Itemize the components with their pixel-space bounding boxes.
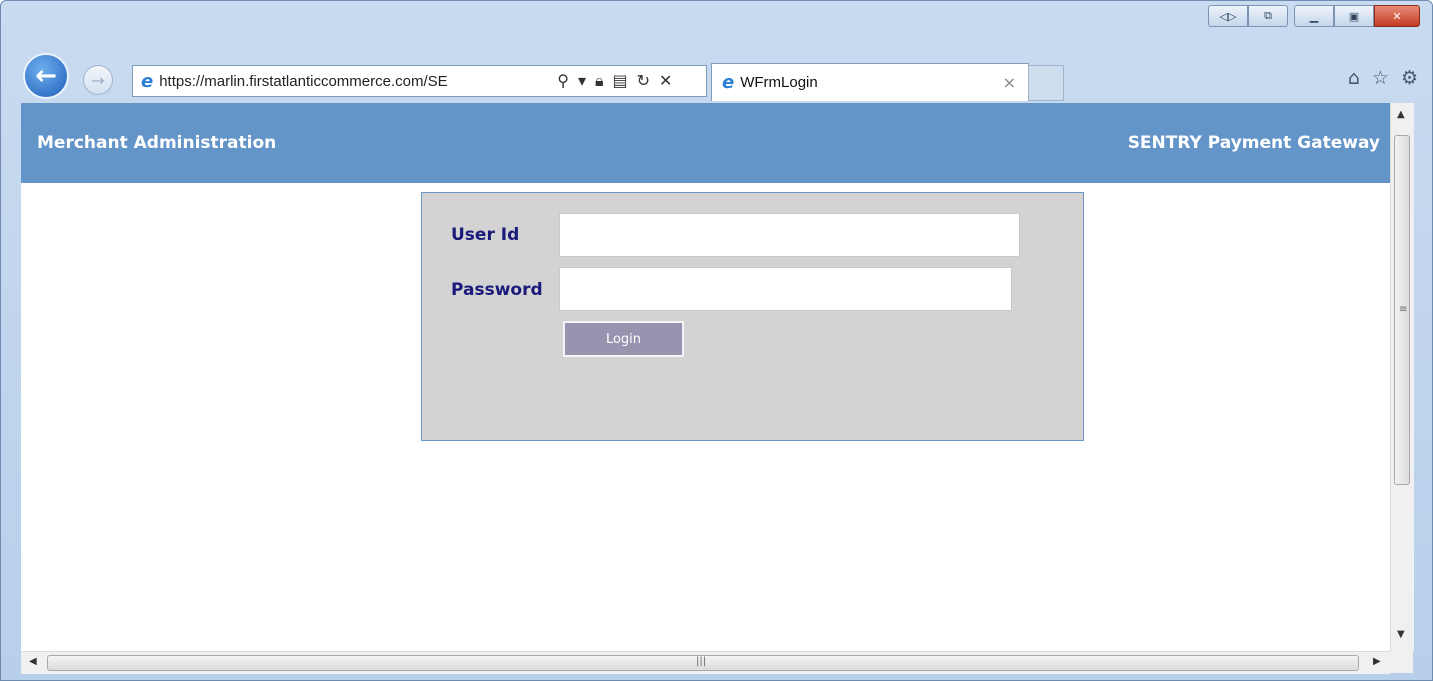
scroll-up-icon[interactable]: ▲ [1397,109,1405,120]
address-tools: ⚲ ▾ 🔒︎ ▤ ↻ ✕ [557,71,672,91]
password-input[interactable] [559,267,1012,311]
page-viewport: Merchant Administration SENTRY Payment G… [21,103,1390,651]
home-icon[interactable]: ⌂ [1348,67,1360,89]
lock-icon[interactable]: 🔒︎ [595,71,604,91]
tab-close-icon[interactable]: × [1003,73,1016,92]
grip-icon: ||| [696,656,707,667]
snap-group: ◁▷ ⧉ [1208,5,1288,27]
stop-icon[interactable]: ✕ [659,71,672,91]
snap-left-icon[interactable]: ◁▷ [1208,5,1248,27]
new-tab-button[interactable] [1028,65,1064,101]
scroll-left-icon[interactable]: ◀ [29,656,37,667]
window-controls: ◁▷ ⧉ ▁ ▣ ✕ [1208,5,1420,27]
user-id-input[interactable] [559,213,1020,257]
back-arrow-icon: ← [35,61,57,91]
tab-title: WFrmLogin [740,74,818,91]
dropdown-icon[interactable]: ▾ [578,71,586,91]
scroll-right-icon[interactable]: ▶ [1373,656,1381,667]
window-button-group: ▁ ▣ ✕ [1294,5,1420,27]
scrollbar-corner [1390,651,1413,673]
close-window-button[interactable]: ✕ [1374,5,1420,27]
forward-arrow-icon: → [91,70,105,90]
gear-icon[interactable]: ⚙ [1401,67,1418,89]
maximize-button[interactable]: ▣ [1334,5,1374,27]
password-label: Password [451,280,543,300]
address-bar[interactable]: e https://marlin.firstatlanticcommerce.c… [132,65,707,97]
favorites-star-icon[interactable]: ☆ [1372,67,1389,89]
horizontal-scroll-thumb[interactable]: ||| [47,655,1359,671]
compat-view-icon[interactable]: ▤ [612,71,627,91]
grip-icon: ≡ [1399,304,1408,315]
url-text[interactable]: https://marlin.firstatlanticcommerce.com… [159,73,549,90]
back-button[interactable]: ← [23,53,69,99]
horizontal-scrollbar[interactable]: ◀ ||| ▶ [21,651,1390,674]
scroll-down-icon[interactable]: ▼ [1397,629,1405,640]
login-panel: User Id Password Login [421,192,1084,441]
vertical-scroll-thumb[interactable]: ≡ [1394,135,1410,485]
browser-window: ◁▷ ⧉ ▁ ▣ ✕ ← → e https://marlin.firstatl… [0,0,1433,681]
ie-logo-icon: e [141,70,154,92]
forward-button[interactable]: → [83,65,113,95]
page-header: Merchant Administration SENTRY Payment G… [21,103,1390,183]
user-id-label: User Id [451,225,520,245]
minimize-button[interactable]: ▁ [1294,5,1334,27]
merchant-admin-title: Merchant Administration [37,133,277,153]
vertical-scrollbar[interactable]: ▲ ≡ ▼ [1390,103,1414,651]
snap-window-icon[interactable]: ⧉ [1248,5,1288,27]
tab-wfrmlogin[interactable]: e WFrmLogin × [711,63,1029,101]
search-icon[interactable]: ⚲ [557,71,569,91]
refresh-icon[interactable]: ↻ [637,71,650,91]
browser-tools: ⌂ ☆ ⚙ [1348,67,1418,89]
login-button[interactable]: Login [563,321,684,357]
gateway-title: SENTRY Payment Gateway [1127,133,1380,153]
ie-logo-icon: e [722,72,735,93]
